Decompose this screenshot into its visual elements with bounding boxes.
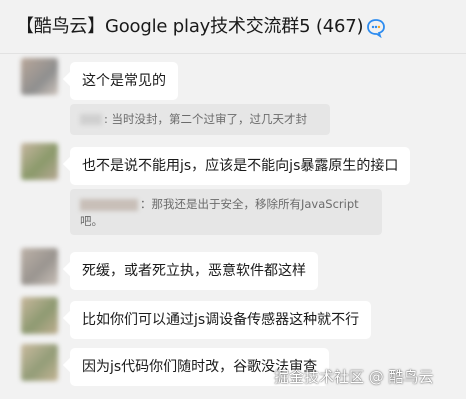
quoted-sender xyxy=(80,198,138,211)
group-title[interactable]: 【酷鸟云】Google play技术交流群5 (467) xyxy=(16,14,363,40)
message-bubble[interactable]: 比如你们可以通过js调设备传感器这种就不行 xyxy=(70,301,372,339)
avatar[interactable] xyxy=(21,344,58,381)
watermark: 掘金技术社区 @ 酷鸟云 xyxy=(274,368,434,386)
avatar[interactable] xyxy=(21,58,58,95)
message-bubble[interactable]: 这个是常见的 xyxy=(70,62,178,100)
quoted-sender xyxy=(80,114,102,125)
quoted-message[interactable]: ：那我还是出于安全，移除所有JavaScript 吧。 xyxy=(70,189,382,235)
avatar[interactable] xyxy=(21,297,58,334)
quoted-text: : 当时没封，第二个过审了，过几天才封 xyxy=(104,112,308,126)
quoted-message[interactable]: : 当时没封，第二个过审了，过几天才封 xyxy=(70,104,330,135)
message-bubble[interactable]: 死缓，或者死立执，恶意软件都这样 xyxy=(70,252,318,290)
chat-bubble-icon[interactable] xyxy=(366,18,386,38)
avatar[interactable] xyxy=(21,248,58,285)
avatar[interactable] xyxy=(21,143,58,180)
chat-header: 【酷鸟云】Google play技术交流群5 (467) xyxy=(0,0,466,54)
message-bubble[interactable]: 也不是说不能用js，应该是不能向js暴露原生的接口 xyxy=(70,147,411,185)
